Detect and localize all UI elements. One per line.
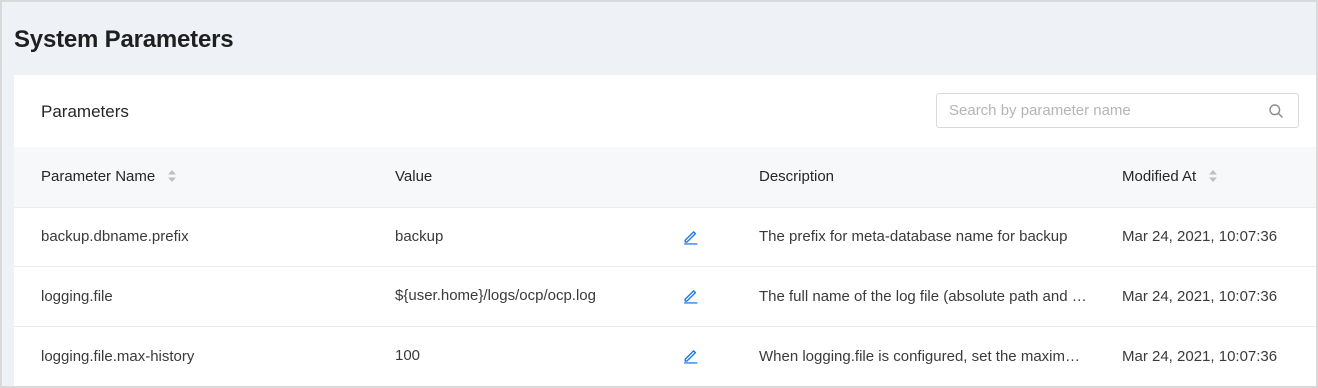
description-text: The full name of the log file (absolute … — [759, 287, 1087, 305]
value-cell: backup — [368, 207, 732, 267]
value-text: 100 — [395, 347, 421, 364]
table-row: logging.file ${user.home}/logs/ocp/ocp.l… — [14, 266, 1316, 327]
modified-at-cell: Mar 24, 2021, 10:07:36 — [1122, 287, 1278, 305]
column-header-parameter-name[interactable]: Parameter Name — [14, 147, 368, 207]
value-text: ${user.home}/logs/ocp/ocp.log — [395, 287, 596, 305]
edit-icon[interactable] — [682, 287, 699, 304]
parameter-name-cell: logging.file.max-history — [41, 347, 195, 365]
app-window: System Parameters Parameters Parameter N… — [0, 0, 1318, 388]
description-cell: The full name of the log file (absolute … — [732, 267, 1095, 327]
modified-at-cell: Mar 24, 2021, 10:07:36 — [1122, 228, 1278, 246]
parameter-name-cell: logging.file — [41, 287, 113, 305]
search-input[interactable] — [937, 94, 1257, 127]
value-text: backup — [395, 227, 444, 245]
card-header: Parameters — [14, 75, 1316, 147]
parameter-name-cell: backup.dbname.prefix — [41, 228, 189, 246]
edit-icon[interactable] — [682, 228, 699, 245]
parameters-card: Parameters Parameter Name — [14, 75, 1316, 386]
description-text: When logging.file is configured, set the… — [759, 347, 1087, 365]
parameters-table: Parameter Name Value Description Modifie… — [14, 147, 1316, 386]
value-cell: 100 — [368, 326, 732, 386]
column-header-label: Value — [395, 168, 433, 186]
table-row: logging.file.max-history 100 When loggin… — [14, 326, 1316, 386]
search-box — [936, 93, 1299, 128]
column-header-label: Description — [759, 168, 835, 186]
value-cell: ${user.home}/logs/ocp/ocp.log — [368, 267, 732, 327]
sort-icon[interactable] — [1208, 168, 1218, 184]
edit-icon[interactable] — [682, 347, 699, 364]
description-cell: When logging.file is configured, set the… — [732, 326, 1095, 386]
table-row: backup.dbname.prefix backup The prefix f… — [14, 207, 1316, 267]
search-icon[interactable] — [1268, 103, 1284, 119]
card-title: Parameters — [41, 102, 129, 121]
column-header-label: Parameter Name — [41, 168, 156, 186]
description-text: The prefix for meta-database name for ba… — [759, 228, 1068, 246]
sort-icon[interactable] — [167, 168, 177, 184]
column-header-value: Value — [368, 147, 732, 207]
column-header-modified-at[interactable]: Modified At — [1095, 147, 1316, 207]
table-header-row: Parameter Name Value Description Modifie… — [14, 147, 1316, 207]
modified-at-cell: Mar 24, 2021, 10:07:36 — [1122, 347, 1278, 365]
description-cell: The prefix for meta-database name for ba… — [732, 207, 1095, 267]
page-title: System Parameters — [14, 26, 234, 53]
column-header-label: Modified At — [1122, 168, 1197, 186]
column-header-description: Description — [732, 147, 1095, 207]
